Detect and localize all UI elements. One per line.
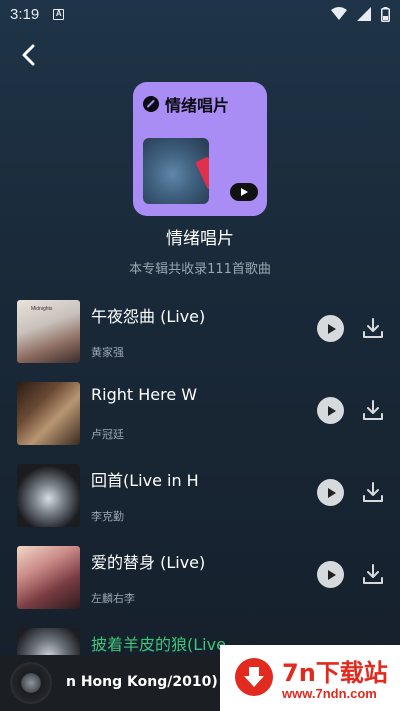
play-icon [327, 487, 336, 498]
watermark-name: 7n下载站 [282, 659, 388, 687]
song-row[interactable]: Midnights 午夜怨曲 (Live) 黄家强 [0, 296, 400, 378]
song-thumbnail: Midnights [17, 300, 80, 363]
download-icon [363, 564, 383, 584]
play-icon [327, 405, 336, 416]
status-time: 3:19 [10, 5, 40, 23]
thumbnail-text: Midnights [31, 306, 53, 312]
now-playing-title: n Hong Kong/2010) [66, 674, 218, 690]
song-title: 爱的替身 (Live) [91, 553, 206, 572]
status-icons [331, 6, 390, 22]
song-artist: 左麟右李 [91, 592, 135, 605]
song-title: 午夜怨曲 (Live) [91, 307, 206, 326]
album-subtitle: 本专辑共收录111首歌曲 [129, 262, 271, 277]
disc-icon [143, 96, 159, 112]
song-title: 回首(Live in H [91, 471, 199, 490]
song-artist: 卢冠廷 [91, 428, 124, 441]
battery-icon [381, 6, 390, 22]
song-thumbnail [17, 464, 80, 527]
download-button[interactable] [361, 561, 385, 587]
watermark-url: www.7ndn.com [282, 686, 377, 701]
cover-image [143, 138, 209, 204]
back-button[interactable] [14, 40, 42, 70]
song-title: Right Here W [91, 385, 198, 404]
song-artist: 黄家强 [91, 346, 124, 359]
download-icon [363, 482, 383, 502]
song-thumbnail [17, 546, 80, 609]
download-button[interactable] [361, 397, 385, 423]
album-title: 情绪唱片 [166, 229, 234, 249]
play-button[interactable] [317, 479, 344, 506]
album-cover: 情绪唱片 [133, 82, 267, 216]
wifi-icon [331, 7, 347, 20]
signal-icon [357, 7, 371, 21]
cover-play-button[interactable] [230, 183, 258, 201]
download-arrow-icon [235, 658, 273, 696]
download-icon [363, 318, 383, 338]
song-row[interactable]: 爱的替身 (Live) 左麟右李 [0, 542, 400, 624]
play-icon [241, 188, 248, 196]
status-bar: 3:19 A [0, 0, 400, 28]
download-button[interactable] [361, 315, 385, 341]
download-icon [363, 400, 383, 420]
song-thumbnail [17, 382, 80, 445]
watermark-overlay: 7n下载站 www.7ndn.com [220, 645, 400, 711]
notification-icon: A [53, 8, 65, 20]
play-icon [327, 323, 336, 334]
chevron-left-icon [22, 44, 35, 66]
cover-badge: 情绪唱片 [143, 92, 229, 116]
play-button[interactable] [317, 397, 344, 424]
play-button[interactable] [317, 315, 344, 342]
song-row[interactable]: 回首(Live in H 李克勤 [0, 460, 400, 542]
song-row[interactable]: Right Here W 卢冠廷 [0, 378, 400, 460]
play-button[interactable] [317, 561, 344, 588]
cover-title: 情绪唱片 [165, 96, 230, 115]
play-icon [327, 569, 336, 580]
now-playing-disc [10, 662, 52, 704]
download-button[interactable] [361, 479, 385, 505]
song-artist: 李克勤 [91, 510, 124, 523]
